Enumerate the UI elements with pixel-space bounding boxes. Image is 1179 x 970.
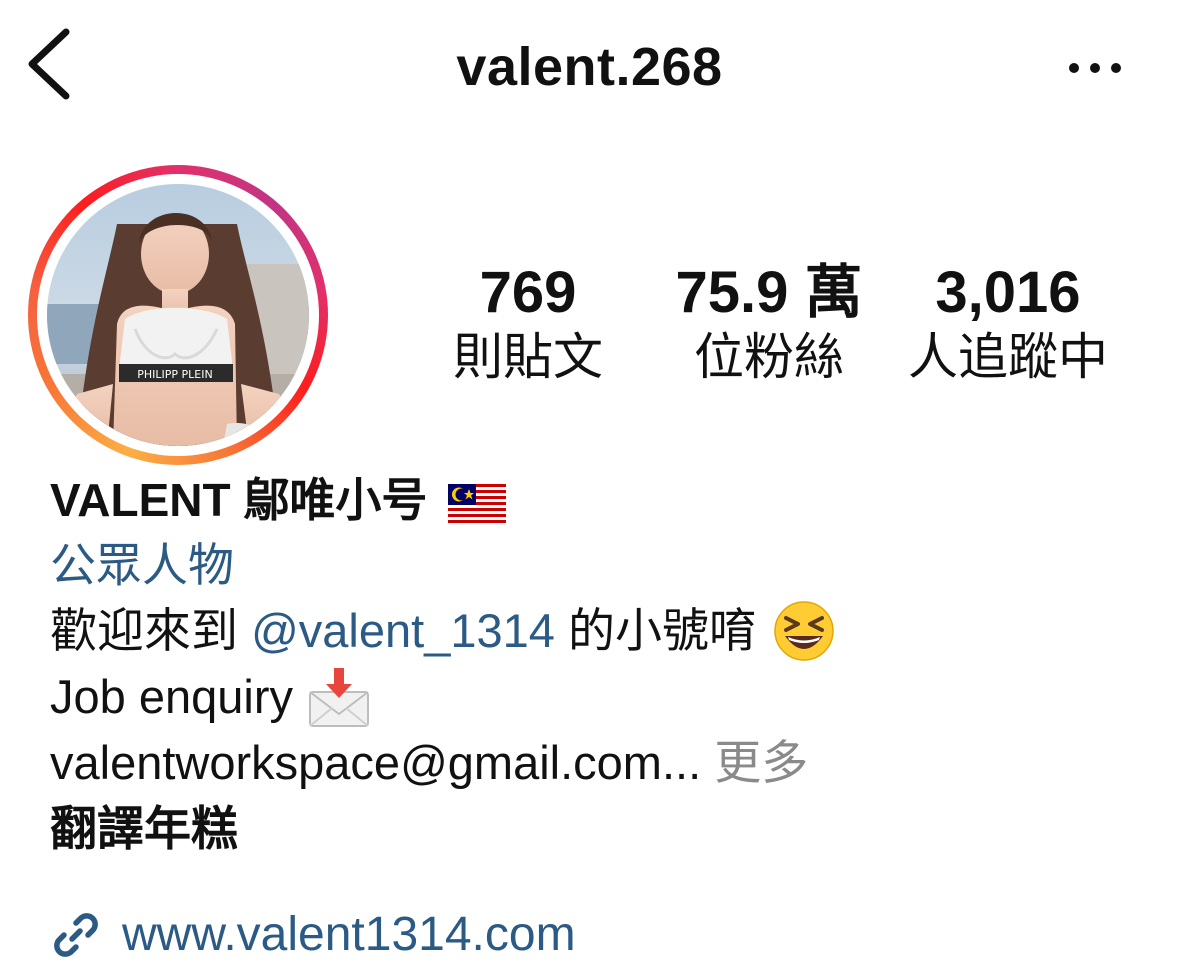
bio-line-welcome: 歡迎來到 @valent_1314 的小號唷 <box>50 598 1150 664</box>
more-options-button[interactable] <box>1062 46 1128 90</box>
profile-username-title: valent.268 <box>456 37 723 97</box>
mention-link[interactable]: @valent_1314 <box>251 604 555 657</box>
bio-job-text: Job enquiry <box>50 670 293 723</box>
display-name-row: VALENT 鄔唯小号 <box>50 468 1150 532</box>
bio-email: valentworkspace@gmail.com <box>50 736 662 789</box>
following-count-value: 3,016 <box>935 260 1081 325</box>
link-icon <box>54 913 98 957</box>
profile-category: 公眾人物 <box>50 538 234 592</box>
more-button[interactable]: 更多 <box>701 736 808 789</box>
profile-stats: 769 則貼文 75.9 萬 位粉絲 3,016 人追蹤中 <box>0 262 1179 392</box>
followers-count-label: 位粉絲 <box>694 328 844 386</box>
translate-button[interactable]: 翻譯年糕 <box>50 796 1150 862</box>
envelope-with-arrow-icon <box>309 667 370 727</box>
external-link-text: www.valent1314.com <box>122 908 576 961</box>
posts-count-value: 769 <box>479 260 577 325</box>
bio-line-job: Job enquiry <box>50 664 1150 730</box>
grinning-squinting-face-icon <box>774 600 834 661</box>
following-count-label: 人追蹤中 <box>908 328 1108 386</box>
malaysia-flag-icon <box>448 483 507 524</box>
followers-count-value: 75.9 萬 <box>675 260 863 325</box>
posts-count-label: 則貼文 <box>453 328 603 386</box>
display-name: VALENT 鄔唯小号 <box>50 474 428 526</box>
top-bar: valent.268 <box>0 0 1179 135</box>
profile-bio: VALENT 鄔唯小号 公眾人物 歡迎來到 @valent_1314 的小號唷 <box>50 468 1150 862</box>
posts-count[interactable]: 769 則貼文 <box>438 262 618 390</box>
external-link[interactable]: www.valent1314.com <box>50 900 576 970</box>
bio-welcome-prefix: 歡迎來到 <box>50 604 252 657</box>
ellipsis-icon <box>1069 63 1121 73</box>
followers-count[interactable]: 75.9 萬 位粉絲 <box>664 262 874 390</box>
following-count[interactable]: 3,016 人追蹤中 <box>896 262 1120 390</box>
bio-welcome-suffix: 的小號唷 <box>554 604 756 657</box>
bio-line-email: valentworkspace@gmail.com... 更多 <box>50 730 1150 796</box>
bio-ellipsis: ... <box>661 736 702 789</box>
